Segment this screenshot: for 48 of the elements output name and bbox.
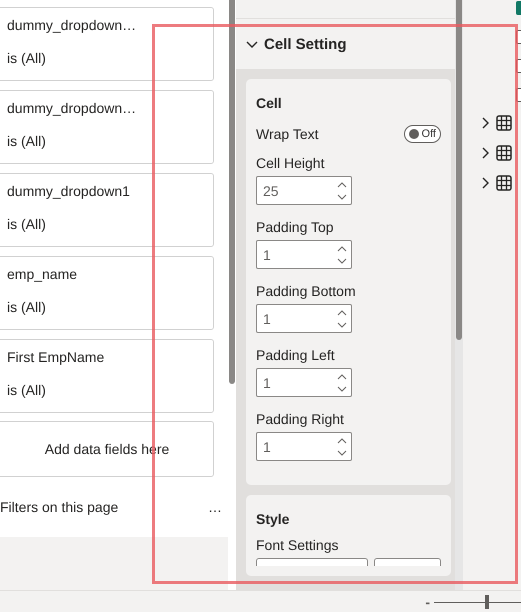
checkbox[interactable] <box>516 1 521 15</box>
filter-field: emp_name <box>7 266 213 283</box>
setting-label: Wrap Text <box>256 126 319 142</box>
card-title: Style <box>256 511 290 527</box>
number-field[interactable]: 1 <box>256 368 352 397</box>
stepper-icon[interactable] <box>336 244 348 264</box>
checkbox[interactable] <box>516 30 521 44</box>
zoom-thumb[interactable] <box>484 595 489 609</box>
more-button[interactable]: … <box>208 499 222 515</box>
filter-card[interactable]: First EmpName is (All) <box>0 339 214 413</box>
filter-field: dummy_dropdown… <box>7 17 213 34</box>
stepper-icon[interactable] <box>336 180 348 200</box>
filter-field: dummy_dropdown… <box>7 100 213 117</box>
setting-label: Padding Right <box>256 411 345 427</box>
number-field[interactable]: 25 <box>256 176 352 205</box>
filter-card[interactable]: dummy_dropdown… is (All) <box>0 7 214 81</box>
table-icon <box>496 145 512 161</box>
checkbox[interactable] <box>516 59 521 73</box>
number-field[interactable]: 1 <box>256 304 352 333</box>
number-field[interactable]: 1 <box>256 432 352 461</box>
number-field[interactable]: 1 <box>256 240 352 269</box>
card-title: Cell <box>256 95 283 111</box>
checkbox[interactable] <box>516 88 521 102</box>
filter-card[interactable]: emp_name is (All) <box>0 256 214 330</box>
table-icon <box>496 115 512 131</box>
stepper-icon[interactable] <box>336 372 348 392</box>
filter-card[interactable]: dummy_dropdown1 is (All) <box>0 173 214 247</box>
filter-condition: is (All) <box>7 216 47 233</box>
filter-condition: is (All) <box>7 50 47 67</box>
toggle-switch[interactable]: Off <box>404 125 441 143</box>
filter-condition: is (All) <box>7 133 47 150</box>
setting-label: Cell Height <box>256 155 326 171</box>
filter-condition: is (All) <box>7 382 47 399</box>
filter-card[interactable]: dummy_dropdown… is (All) <box>0 90 214 164</box>
section-label: Filters on this page <box>0 499 118 515</box>
stepper-icon[interactable] <box>336 436 348 456</box>
setting-label: Padding Bottom <box>256 283 357 299</box>
filter-field: dummy_dropdown1 <box>7 183 213 200</box>
scrollbar-thumb[interactable] <box>456 0 462 340</box>
scrollbar-thumb[interactable] <box>229 0 235 384</box>
stepper-icon[interactable] <box>336 308 348 328</box>
zoom-out-button[interactable]: - <box>425 594 430 610</box>
filter-condition: is (All) <box>7 299 47 316</box>
table-icon <box>496 175 512 191</box>
setting-label: Padding Left <box>256 347 336 363</box>
setting-label: Font Settings <box>256 537 340 553</box>
setting-label: Padding Top <box>256 219 335 235</box>
filter-field: First EmpName <box>7 349 213 366</box>
